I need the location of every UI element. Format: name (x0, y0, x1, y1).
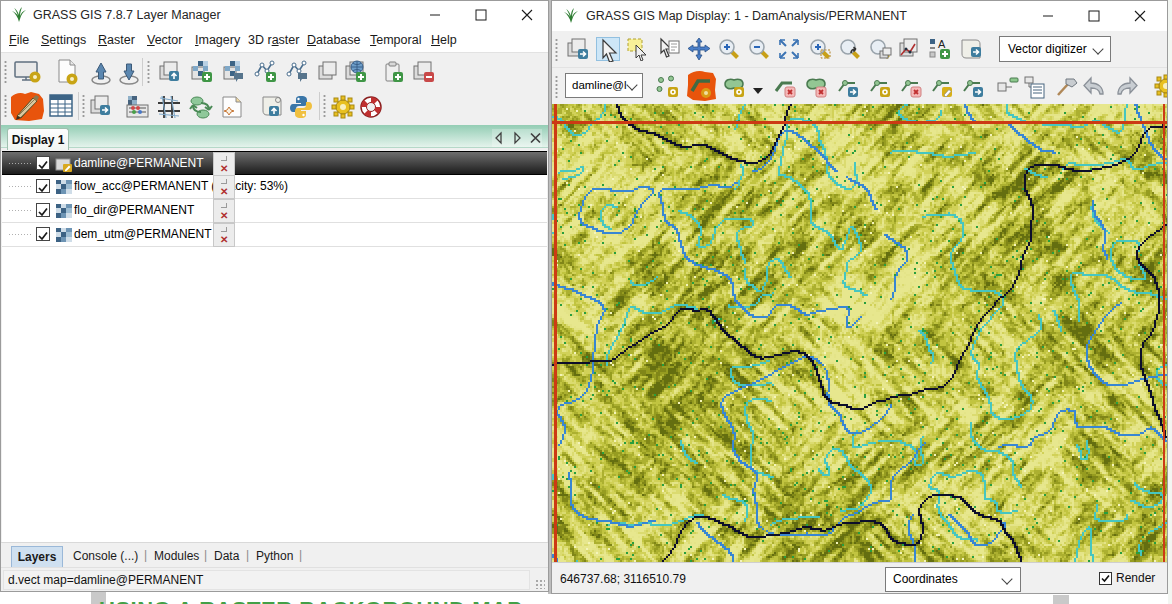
svg-text:A: A (938, 38, 946, 50)
